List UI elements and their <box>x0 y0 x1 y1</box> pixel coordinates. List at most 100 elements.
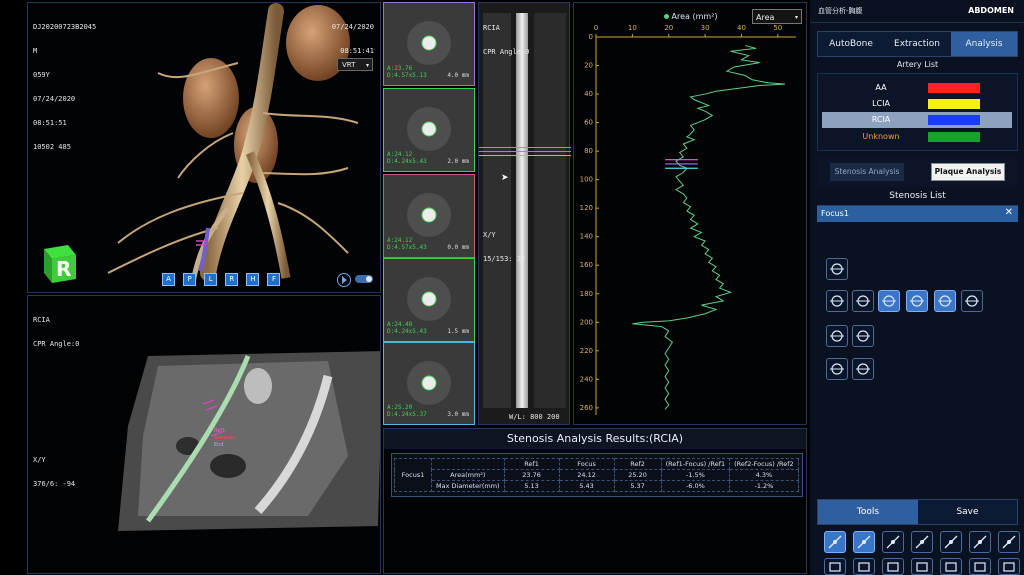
double-ellipse-icon[interactable] <box>906 290 928 312</box>
straight-cpr-viewport[interactable]: RCIA CPR Angle:0 X/Y 15/153: 32 W/L: 800… <box>478 2 571 425</box>
render-mode-value: VRT <box>342 61 356 69</box>
eraser-icon[interactable] <box>853 558 875 575</box>
artery-item-lcia[interactable]: LCIA <box>822 96 1012 112</box>
acq-time: 08:51:41 <box>340 47 374 55</box>
rotate-icon[interactable] <box>882 558 904 575</box>
artery-name: LCIA <box>872 99 890 108</box>
marker-end: End <box>214 442 224 448</box>
export-icon[interactable] <box>998 558 1020 575</box>
grid-icon[interactable] <box>824 558 846 575</box>
vrt-viewport[interactable]: DJ20200723B2045 M 059Y 07/24/2020 08:51:… <box>27 2 381 293</box>
study-time: 08:51:51 <box>33 119 67 127</box>
circle-dot-icon[interactable] <box>882 531 904 553</box>
cross-area: A:24.48 <box>387 321 413 328</box>
y-tick-label: 40 <box>584 90 593 98</box>
chevron-down-icon: ▾ <box>365 62 369 69</box>
horizontal-line-icon[interactable] <box>826 290 848 312</box>
tissue-right <box>534 13 566 408</box>
arrow-icon[interactable] <box>998 531 1020 553</box>
straight-xy: X/Y 15/153: 32 <box>483 215 525 279</box>
pie-chart-icon[interactable] <box>826 325 848 347</box>
plaque-analysis-button[interactable]: Plaque Analysis <box>931 163 1005 181</box>
col-ref1: Ref1 <box>503 458 560 470</box>
cross-section-view[interactable]: A:24.12 D:4.57x5.43 0.0 mm <box>383 174 475 258</box>
results-title: Stenosis Analysis Results:(RCIA) <box>384 429 806 449</box>
orient-a-button[interactable]: A <box>162 273 175 286</box>
angle-icon[interactable] <box>940 531 962 553</box>
stenosis-list-item[interactable]: Focus1 ✕ <box>817 206 1018 222</box>
tab-extraction[interactable]: Extraction <box>884 32 950 56</box>
zoom-icon[interactable] <box>969 558 991 575</box>
crosshair-icon[interactable] <box>934 290 956 312</box>
tab-autobone[interactable]: AutoBone <box>818 32 884 56</box>
cpr-viewport[interactable]: RCIA CPR Angle:0 X/Y 376/6: -94 Ref1 Ste… <box>27 295 381 574</box>
cell: 5.43 <box>558 480 615 492</box>
cluster-icon[interactable] <box>852 358 874 380</box>
orientation-cube[interactable]: R <box>38 241 82 285</box>
stenosis-analysis-button[interactable]: Stenosis Analysis <box>830 163 904 181</box>
orient-l-button[interactable]: L <box>204 273 218 286</box>
ellipse-roi-icon[interactable] <box>878 290 900 312</box>
acq-date: 07/24/2020 <box>331 23 374 31</box>
chart-legend: Area (mm²) <box>664 12 718 21</box>
orient-f-button[interactable]: F <box>267 273 281 286</box>
legend-label: Area (mm²) <box>671 12 718 21</box>
close-icon[interactable]: ✕ <box>1005 207 1013 218</box>
graph-metric-select[interactable]: Area ▾ <box>752 9 802 24</box>
cell: -1.2% <box>729 480 799 492</box>
magic-icon[interactable] <box>911 558 933 575</box>
move-icon[interactable] <box>940 558 962 575</box>
y-tick-label: 260 <box>580 404 593 412</box>
text-annotation-icon[interactable] <box>969 531 991 553</box>
select-roi-icon[interactable] <box>853 531 875 553</box>
patient-info: DJ20200723B2045 M 059Y 07/24/2020 08:51:… <box>33 7 96 167</box>
cross-section-view[interactable]: A:24.12 D:4.24x5.43 2.0 mm <box>383 88 475 172</box>
line-measure-icon[interactable] <box>911 531 933 553</box>
artery-item-aa[interactable]: AA <box>822 80 1012 96</box>
y-tick-label: 100 <box>580 176 593 184</box>
sidebar-header: 血管分析-胸腹 ABDOMEN <box>810 0 1024 23</box>
end-line <box>479 155 571 156</box>
cell: -6.0% <box>660 480 731 492</box>
cross-offset: 3.0 mm <box>447 411 469 418</box>
play-button[interactable] <box>337 273 351 287</box>
row-name: Max Diameter(mm) <box>431 480 505 492</box>
grid-split-icon[interactable] <box>852 325 874 347</box>
crosshair-pan-icon[interactable] <box>824 531 846 553</box>
x-tick-label: 30 <box>701 24 710 32</box>
cross-offset: 0.0 mm <box>447 244 469 251</box>
play-icon <box>342 276 347 284</box>
cell: 5.13 <box>503 480 560 492</box>
cross-section-view[interactable]: A:24.48 D:4.24x5.43 1.5 mm <box>383 258 475 342</box>
tab-analysis[interactable]: Analysis <box>951 32 1017 56</box>
palette-icon[interactable] <box>826 358 848 380</box>
results-table: Focus1 Ref1 Focus Ref2 (Ref1-Focus) /Ref… <box>394 458 799 492</box>
artery-name: RCIA <box>871 115 891 124</box>
orient-r-button[interactable]: R <box>225 273 239 286</box>
x-tick-label: 40 <box>737 24 746 32</box>
cross-section-view[interactable]: A:23.76 D:4.57x5.13 4.0 mm <box>383 2 475 86</box>
area-graph-panel[interactable]: 0 10 20 30 40 50 0 20 40 60 80 100 120 140 160 180 200 22… <box>573 2 807 425</box>
orient-p-button[interactable]: P <box>183 273 197 286</box>
tab-tools[interactable]: Tools <box>818 500 918 524</box>
render-mode-select[interactable]: VRT ▾ <box>337 58 373 71</box>
focus-label: Focus1 <box>394 458 432 492</box>
cross-area: A:25.20 <box>387 404 413 411</box>
target-cross-icon[interactable] <box>961 290 983 312</box>
artery-item-rcia[interactable]: RCIA <box>822 112 1012 128</box>
cpr-left-angle: CPR Angle:0 <box>33 340 80 348</box>
curve-plus-icon[interactable] <box>826 258 848 280</box>
ruler-pen-icon[interactable] <box>852 290 874 312</box>
tab-save[interactable]: Save <box>918 500 1017 524</box>
cross-section-view[interactable]: A:25.20 D:4.24x5.37 3.0 mm <box>383 342 475 425</box>
results-header-row: Focus1 Ref1 Focus Ref2 (Ref1-Focus) /Ref… <box>394 458 799 492</box>
x-tick-label: 50 <box>773 24 782 32</box>
x-tick-label: 10 <box>628 24 637 32</box>
artery-item-unknown[interactable]: Unknown <box>822 129 1012 145</box>
orient-h-button[interactable]: H <box>246 273 260 286</box>
x-tick-label: 20 <box>664 24 673 32</box>
rotation-toggle[interactable] <box>355 275 373 283</box>
y-tick-label: 80 <box>584 147 593 155</box>
y-tick-label: 200 <box>580 318 593 326</box>
area-line-chart: 0 10 20 30 40 50 0 20 40 60 80 100 120 140 160 180 200 22… <box>580 24 796 415</box>
